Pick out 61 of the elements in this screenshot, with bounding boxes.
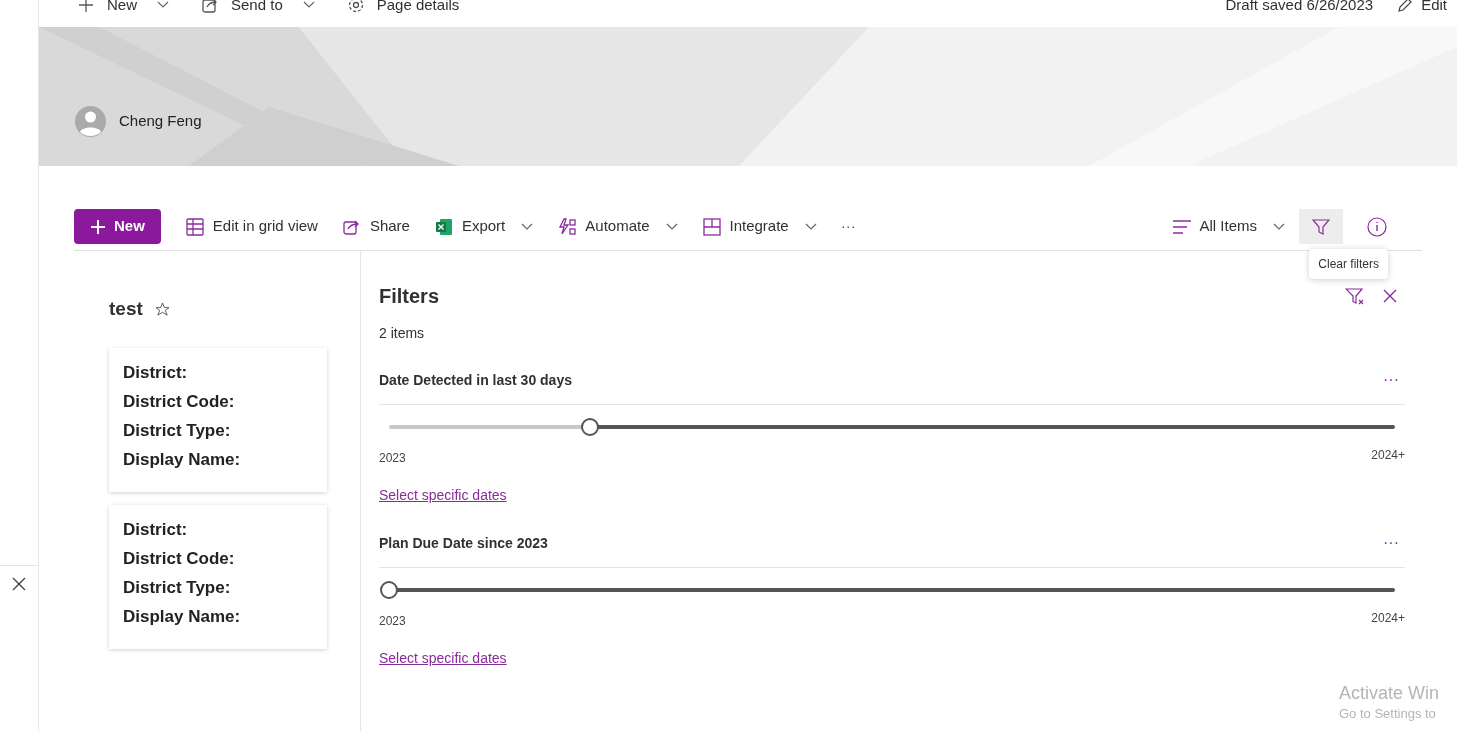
item-count: 2 items xyxy=(379,324,426,343)
filters-title: Filters xyxy=(379,284,440,309)
field-label: District Code: xyxy=(123,547,236,570)
toolbar-button[interactable]: Integrate xyxy=(701,209,817,244)
flow-icon xyxy=(557,216,578,237)
view-selector[interactable]: All Items xyxy=(1173,209,1285,244)
gear-icon xyxy=(346,0,365,15)
spreadsheet-icon xyxy=(433,216,454,237)
select-dates-link[interactable]: Select specific dates xyxy=(379,485,507,506)
info-icon[interactable] xyxy=(1367,216,1387,237)
filter-title: Date Detected in last 30 days xyxy=(379,370,572,390)
edit-button[interactable]: Edit xyxy=(1397,0,1447,17)
plus-icon xyxy=(90,218,106,235)
command-button[interactable]: New xyxy=(77,0,169,17)
command-button[interactable]: Page details xyxy=(346,0,460,17)
grid-icon xyxy=(184,216,205,237)
avatar-icon xyxy=(75,106,106,137)
plus-icon xyxy=(77,0,95,15)
new-button[interactable]: New xyxy=(74,209,161,244)
more-button[interactable]: ··· xyxy=(840,209,856,244)
field-label: District: xyxy=(123,361,189,384)
chevron-down-icon xyxy=(1273,222,1285,231)
item-card[interactable]: District: District Code: District Type: Display Name: xyxy=(109,504,327,649)
field-label: District Type: xyxy=(123,419,232,442)
field-label: Display Name: xyxy=(123,448,242,471)
range-max-label: 2024+ xyxy=(1371,447,1405,464)
toolbar-button[interactable]: Export xyxy=(433,209,534,244)
clear-filter-icon[interactable] xyxy=(1345,287,1365,305)
author-name: Cheng Feng xyxy=(119,111,202,132)
field-label: District: xyxy=(123,518,189,541)
slider-thumb[interactable] xyxy=(380,581,398,599)
range-max-label: 2024+ xyxy=(1371,610,1405,627)
filter-button[interactable] xyxy=(1299,209,1343,244)
activation-title: Activate Win xyxy=(1339,681,1441,704)
field-label: District Code: xyxy=(123,390,236,413)
tooltip: Clear filters xyxy=(1309,249,1388,279)
field-label: Display Name: xyxy=(123,605,242,628)
share-icon xyxy=(201,0,219,15)
command-button[interactable]: Send to xyxy=(201,0,315,17)
range-min-label: 2023 xyxy=(379,450,406,467)
activation-subtitle: Go to Settings to xyxy=(1339,704,1437,723)
slider-thumb[interactable] xyxy=(581,418,600,436)
toolbar-button[interactable]: Automate xyxy=(557,209,678,244)
field-label: District Type: xyxy=(123,576,232,599)
close-icon[interactable] xyxy=(1383,289,1397,303)
pencil-icon xyxy=(1397,0,1414,14)
draft-status: Draft saved 6/26/2023 xyxy=(1225,0,1374,15)
item-card[interactable]: District: District Code: District Type: Display Name: xyxy=(109,347,327,492)
list-icon xyxy=(1173,219,1192,234)
more-button[interactable]: ··· xyxy=(1383,531,1405,555)
select-dates-link[interactable]: Select specific dates xyxy=(379,648,507,669)
more-button[interactable]: ··· xyxy=(1383,368,1405,392)
layout-icon xyxy=(701,216,722,237)
toolbar-button[interactable]: Edit in grid view xyxy=(184,209,318,244)
filter-icon xyxy=(1312,217,1330,236)
list-title: test xyxy=(109,297,143,321)
filter-title: Plan Due Date since 2023 xyxy=(379,533,548,553)
toolbar-button[interactable]: Share xyxy=(341,209,410,244)
close-icon[interactable] xyxy=(12,577,26,591)
range-min-label: 2023 xyxy=(379,613,406,630)
star-icon[interactable] xyxy=(154,301,170,317)
